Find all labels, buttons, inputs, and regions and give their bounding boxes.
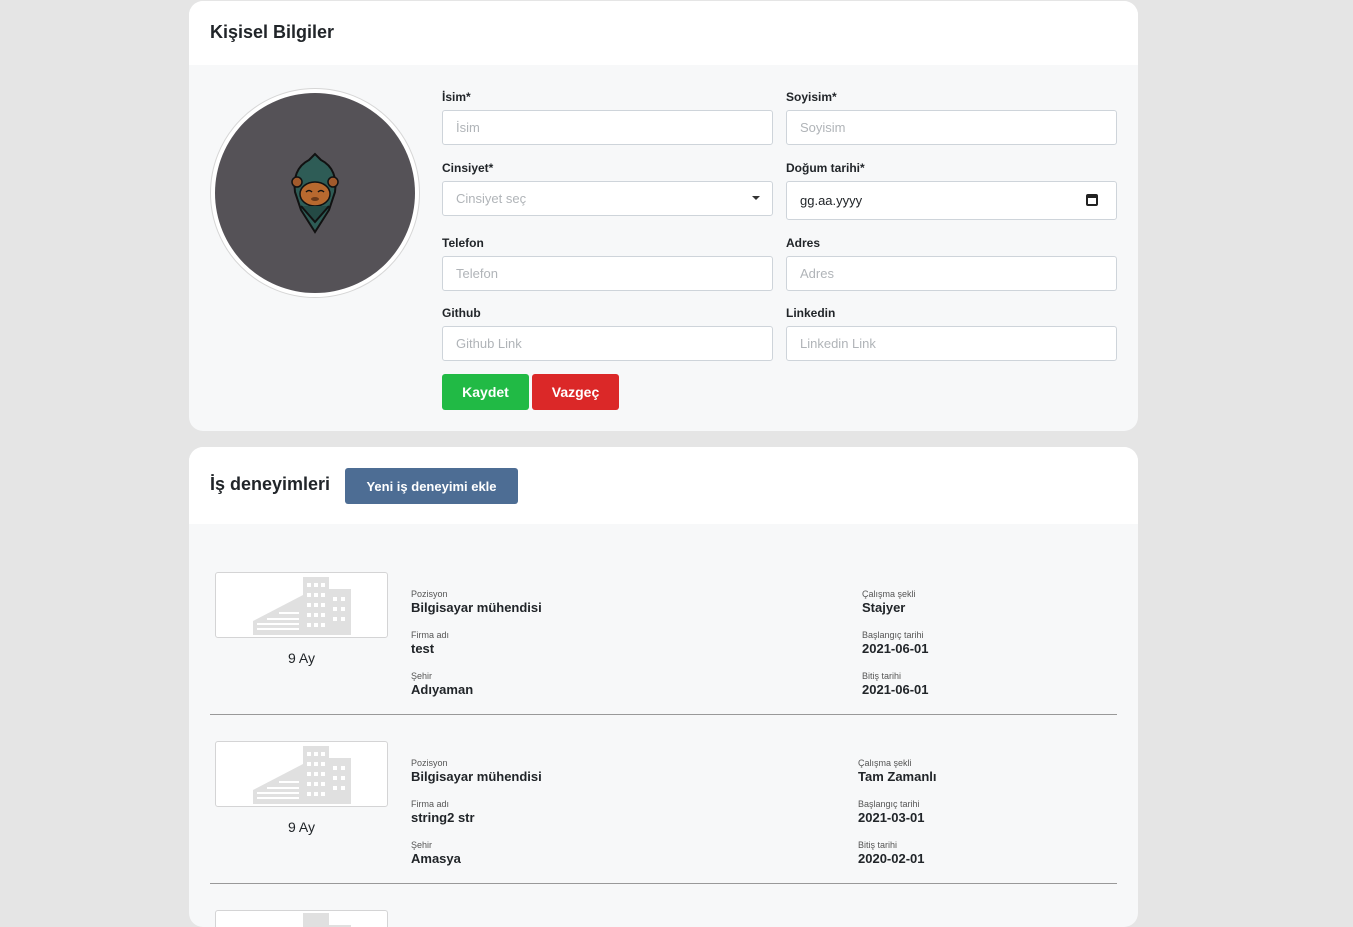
company-value: string2 str <box>411 810 475 825</box>
save-button[interactable]: Kaydet <box>442 374 529 410</box>
company-label: Firma adı <box>411 630 449 640</box>
city-value: Adıyaman <box>411 682 473 697</box>
start-date-label: Başlangıç tarihi <box>862 630 924 640</box>
building-icon <box>247 911 357 927</box>
linkedin-label: Linkedin <box>786 306 835 320</box>
end-date-label: Bitiş tarihi <box>862 671 901 681</box>
start-date-value: 2021-06-01 <box>862 641 929 656</box>
birth-date-label: Doğum tarihi* <box>786 161 865 175</box>
company-logo <box>215 910 388 927</box>
building-icon <box>247 744 357 804</box>
first-name-input[interactable]: İsim <box>442 110 773 145</box>
city-label: Şehir <box>411 840 432 850</box>
end-date-label: Bitiş tarihi <box>858 840 897 850</box>
city-label: Şehir <box>411 671 432 681</box>
avatar[interactable] <box>210 88 420 298</box>
linkedin-input[interactable]: Linkedin Link <box>786 326 1117 361</box>
experience-item: 9 Ay Pozisyon Bilgisayar mühendisi Firma… <box>210 714 1117 884</box>
gender-select[interactable]: Cinsiyet seç <box>442 181 773 216</box>
city-value: Amasya <box>411 851 461 866</box>
position-label: Pozisyon <box>411 758 448 768</box>
experience-duration: 9 Ay <box>215 819 388 835</box>
birth-date-input[interactable]: gg.aa.yyyy <box>786 181 1117 220</box>
last-name-label: Soyisim* <box>786 90 837 104</box>
work-type-value: Tam Zamanlı <box>858 769 937 784</box>
company-logo <box>215 572 388 638</box>
personal-info-card: Kişisel Bilgiler İsim* İsim Soyisim* Soy… <box>189 1 1138 431</box>
add-experience-button[interactable]: Yeni iş deneyimi ekle <box>345 468 518 504</box>
work-experience-card: İş deneyimleri Yeni iş deneyimi ekle <box>189 447 1138 927</box>
start-date-value: 2021-03-01 <box>858 810 925 825</box>
github-input[interactable]: Github Link <box>442 326 773 361</box>
hooded-character-icon <box>287 152 343 234</box>
last-name-input[interactable]: Soyisim <box>786 110 1117 145</box>
work-experience-title: İş deneyimleri <box>210 474 330 495</box>
position-value: Bilgisayar mühendisi <box>411 769 542 784</box>
cancel-button[interactable]: Vazgeç <box>532 374 619 410</box>
work-type-label: Çalışma şekli <box>858 758 912 768</box>
personal-info-header: Kişisel Bilgiler <box>189 1 1138 65</box>
personal-info-title: Kişisel Bilgiler <box>210 22 334 43</box>
company-logo <box>215 741 388 807</box>
end-date-value: 2020-02-01 <box>858 851 925 866</box>
experience-duration: 9 Ay <box>215 650 388 666</box>
avatar-image <box>215 93 415 293</box>
address-label: Adres <box>786 236 820 250</box>
position-label: Pozisyon <box>411 589 448 599</box>
work-type-value: Stajyer <box>862 600 905 615</box>
work-experience-header: İş deneyimleri Yeni iş deneyimi ekle <box>189 447 1138 524</box>
start-date-label: Başlangıç tarihi <box>858 799 920 809</box>
gender-label: Cinsiyet* <box>442 161 493 175</box>
experience-item: 9 Ay Pozisyon Bilgisayar mühendisi Firma… <box>210 545 1117 715</box>
building-icon <box>247 575 357 635</box>
gender-select-placeholder: Cinsiyet seç <box>456 191 526 206</box>
company-value: test <box>411 641 434 656</box>
github-label: Github <box>442 306 481 320</box>
company-label: Firma adı <box>411 799 449 809</box>
phone-label: Telefon <box>442 236 484 250</box>
address-input[interactable]: Adres <box>786 256 1117 291</box>
phone-input[interactable]: Telefon <box>442 256 773 291</box>
calendar-icon[interactable] <box>1086 194 1098 206</box>
first-name-label: İsim* <box>442 90 471 104</box>
end-date-value: 2021-06-01 <box>862 682 929 697</box>
birth-date-value: gg.aa.yyyy <box>800 193 862 208</box>
position-value: Bilgisayar mühendisi <box>411 600 542 615</box>
work-type-label: Çalışma şekli <box>862 589 916 599</box>
